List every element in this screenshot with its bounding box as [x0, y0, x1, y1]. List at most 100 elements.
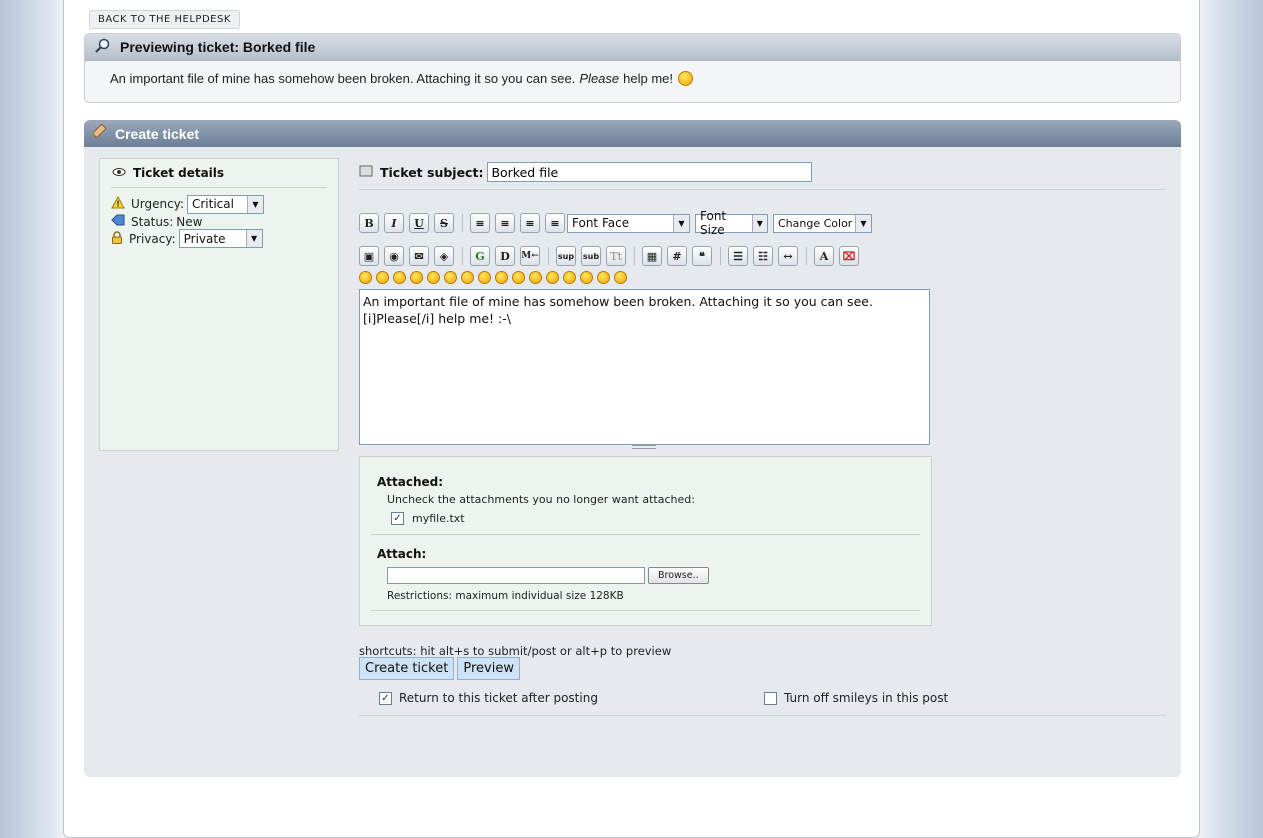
thread-link-icon[interactable]: ◈ [434, 246, 454, 266]
confused-smiley-icon[interactable] [580, 271, 593, 284]
angry-smiley-icon[interactable] [427, 271, 440, 284]
urgency-row: Urgency: Critical ▼ [111, 194, 338, 214]
bullet-list-icon[interactable]: ☰ [728, 246, 748, 266]
teeth-smiley-icon[interactable] [563, 271, 576, 284]
create-ticket-title: Create ticket [115, 125, 200, 142]
preview-button[interactable]: Preview [457, 657, 520, 680]
grin-smiley-icon[interactable] [393, 271, 406, 284]
shortcuts-hint: shortcuts: hit alt+s to submit/post or a… [359, 644, 672, 658]
attach-heading: Attach: [377, 547, 427, 561]
privacy-row: Privacy: Private ▼ [111, 229, 338, 248]
align-right-button[interactable]: ≡ [545, 213, 565, 233]
underline-button[interactable]: U [409, 213, 429, 233]
cool-smiley-icon[interactable] [478, 271, 491, 284]
pencil-icon [92, 124, 109, 143]
shocked-smiley-icon[interactable] [597, 271, 610, 284]
strikethrough-button[interactable]: S [434, 213, 454, 233]
urgency-label: Urgency: [131, 197, 184, 211]
magnifier-icon [94, 38, 112, 57]
nerd-smiley-icon[interactable] [512, 271, 525, 284]
browse-button[interactable]: Browse.. [648, 567, 709, 584]
toolbar-divider [462, 247, 463, 265]
back-to-helpdesk-button[interactable]: BACK TO THE HELPDESK [89, 10, 240, 29]
spellcheck-icon[interactable]: A [814, 246, 834, 266]
horizontal-rule-icon[interactable]: ↔ [778, 246, 798, 266]
sad-smiley-icon[interactable] [444, 271, 457, 284]
font-face-select[interactable]: Font Face ▼ [567, 213, 690, 233]
italic-button[interactable]: I [384, 213, 404, 233]
ticket-form: Ticket subject: [359, 160, 1166, 190]
font-size-select[interactable]: Font Size ▼ [695, 209, 768, 237]
status-value: New [176, 214, 203, 229]
shy-smiley-icon[interactable] [495, 271, 508, 284]
subject-input[interactable] [487, 162, 813, 182]
google-button[interactable]: G [470, 246, 490, 266]
options-divider [359, 715, 1166, 716]
align-justify-button[interactable]: ≡ [470, 213, 490, 233]
message-body-textarea[interactable]: An important file of mine has somehow be… [359, 289, 930, 445]
create-ticket-panel: Create ticket Ticket details Urgency: Cr… [84, 120, 1181, 777]
confused-smiley-icon [678, 71, 694, 86]
details-divider [111, 187, 327, 188]
link-icon[interactable]: ◉ [384, 246, 404, 266]
map-button[interactable]: M← [520, 246, 540, 266]
urgency-select[interactable]: Critical ▼ [186, 194, 264, 214]
privacy-select[interactable]: Private ▼ [178, 229, 263, 248]
toolbar-divider [462, 214, 463, 232]
teletype-button[interactable]: Tt [606, 246, 626, 266]
preview-content: An important file of mine has somehow be… [85, 61, 1180, 86]
privacy-label: Privacy: [129, 231, 176, 246]
hash-icon[interactable]: # [667, 246, 687, 266]
eek-smiley-icon[interactable] [461, 271, 474, 284]
subscript-button[interactable]: sub [581, 246, 601, 266]
form-buttons: Create ticket Preview [359, 657, 520, 680]
chevron-down-icon: ▼ [246, 195, 263, 213]
tag-icon [111, 214, 125, 229]
bold-button[interactable]: B [359, 213, 379, 233]
remove-format-icon[interactable]: ⌧ [839, 246, 859, 266]
attached-heading: Attached: [377, 475, 444, 489]
return-to-ticket-checkbox[interactable]: ✓ [379, 691, 392, 705]
definition-button[interactable]: D [495, 246, 515, 266]
change-color-select[interactable]: Change Color ▼ [773, 213, 872, 233]
tongue-smiley-icon[interactable] [529, 271, 542, 284]
chevron-down-icon: ▼ [855, 214, 871, 232]
formatting-toolbar: B I U S ≡ ≡ ≡ ≡ Font Face ▼ Font Size ▼ … [359, 209, 872, 237]
wink-smiley-icon[interactable] [376, 271, 389, 284]
create-ticket-header: Create ticket [84, 120, 1181, 147]
smileys-option: Turn off smileys in this post [764, 691, 948, 705]
align-left-button[interactable]: ≡ [495, 213, 515, 233]
preview-text: An important file of mine has somehow be… [110, 71, 576, 86]
file-input: Browse.. [387, 567, 931, 584]
align-center-button[interactable]: ≡ [520, 213, 540, 233]
toolbar-divider [634, 247, 635, 265]
attached-file-name: myfile.txt [412, 512, 465, 525]
attach-divider [371, 534, 920, 535]
create-ticket-button[interactable]: Create ticket [359, 657, 455, 680]
smiley-icon[interactable] [359, 271, 372, 284]
file-path-field[interactable] [387, 567, 645, 584]
page-container: BACK TO THE HELPDESK Previewing ticket: … [63, 0, 1200, 838]
toolbar-divider [548, 247, 549, 265]
attached-file-row: ✓ myfile.txt [391, 512, 931, 525]
chevron-down-icon: ▼ [245, 230, 262, 247]
image-icon[interactable]: ▣ [359, 246, 379, 266]
table-icon[interactable]: ▦ [642, 246, 662, 266]
quote-icon[interactable]: ❝ [692, 246, 712, 266]
resize-handle[interactable] [632, 445, 656, 449]
ticket-details-panel: Ticket details Urgency: Critical ▼ Statu… [99, 158, 339, 451]
preview-italic-text: Please [579, 71, 620, 86]
attachments-panel: Attached: Uncheck the attachments you no… [359, 456, 932, 626]
attachment-checkbox[interactable]: ✓ [391, 512, 404, 525]
numbered-list-icon[interactable]: ☷ [753, 246, 773, 266]
turn-off-smileys-label: Turn off smileys in this post [784, 691, 949, 705]
worried-smiley-icon[interactable] [546, 271, 559, 284]
turn-off-smileys-checkbox[interactable] [764, 691, 777, 705]
laugh-smiley-icon[interactable] [410, 271, 423, 284]
email-icon[interactable]: ✉ [409, 246, 429, 266]
dizzy-smiley-icon[interactable] [614, 271, 627, 284]
subject-row: Ticket subject: [359, 160, 1166, 184]
superscript-button[interactable]: sup [556, 246, 576, 266]
chevron-down-icon: ▼ [673, 214, 689, 232]
subject-label: Ticket subject: [380, 164, 484, 180]
